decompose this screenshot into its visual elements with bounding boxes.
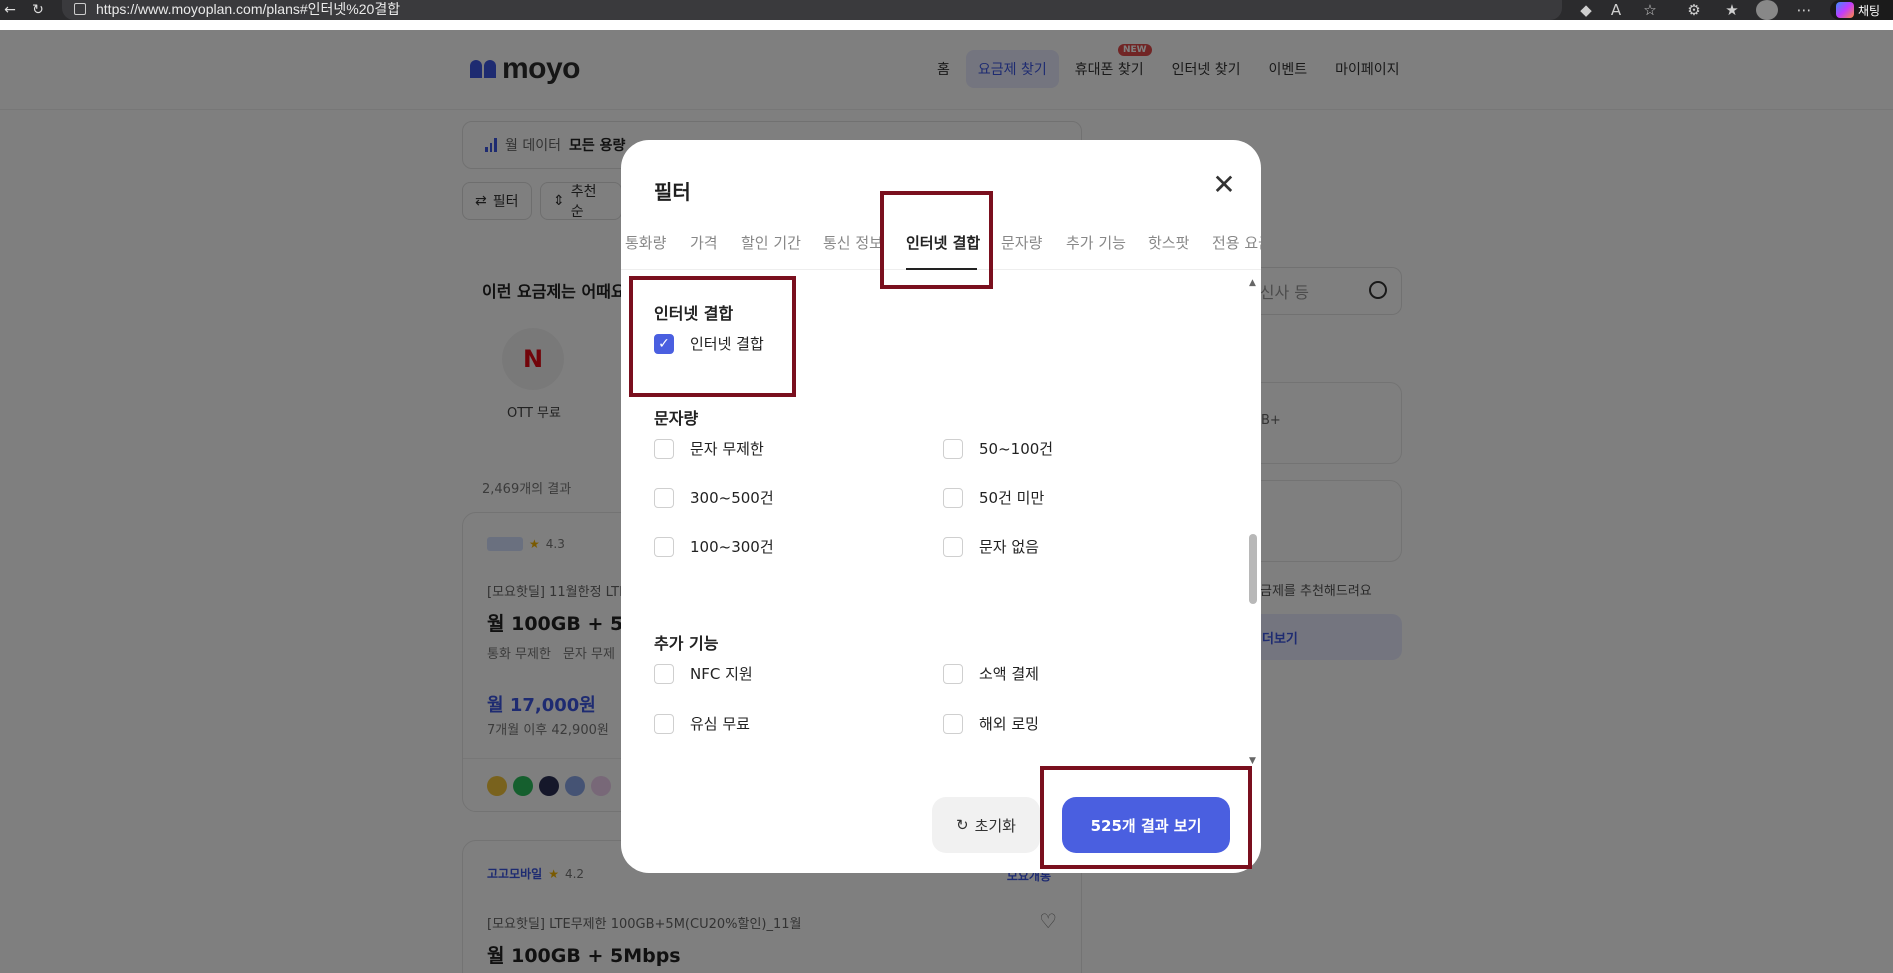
option-label: 50~100건 — [979, 440, 1054, 458]
scroll-up-icon[interactable]: ▲ — [1249, 278, 1256, 288]
option-sms-under-50[interactable]: 50건 미만 — [943, 487, 1044, 508]
option-free-usim[interactable]: 유심 무료 — [654, 713, 750, 734]
checkbox[interactable] — [654, 713, 674, 734]
tab-network[interactable]: 통신 정보 — [823, 232, 883, 253]
option-label: 소액 결제 — [979, 665, 1039, 683]
reset-icon: ↻ — [956, 816, 969, 834]
option-sms-100-300[interactable]: 100~300건 — [654, 536, 774, 557]
checkbox[interactable] — [943, 536, 963, 557]
option-label: NFC 지원 — [690, 665, 753, 683]
tag-icon[interactable]: ◆ — [1576, 0, 1596, 20]
url-text: https://www.moyoplan.com/plans#인터넷%20결합 — [96, 0, 401, 17]
modal-footer: ↻ 초기화 525개 결과 보기 — [621, 780, 1261, 873]
read-aloud-icon[interactable]: A — [1606, 0, 1626, 20]
copilot-button[interactable]: 채팅 — [1830, 0, 1893, 20]
option-sms-300-500[interactable]: 300~500건 — [654, 487, 774, 508]
filter-modal: 필터 ✕ 통화량 가격 할인 기간 통신 정보 인터넷 결합 문자량 추가 기능… — [621, 140, 1261, 873]
checkbox[interactable] — [943, 713, 963, 734]
filter-body: 인터넷 결합 ✓ 인터넷 결합 문자량 문자 무제한 50~100건 300~5… — [621, 271, 1261, 767]
back-icon[interactable]: ← — [0, 0, 20, 20]
checkbox[interactable] — [654, 438, 674, 459]
checkbox[interactable] — [943, 487, 963, 508]
checkbox[interactable] — [654, 536, 674, 557]
extensions-icon[interactable]: ⚙ — [1684, 0, 1704, 20]
tab-call[interactable]: 통화량 — [625, 232, 666, 253]
tab-discount[interactable]: 할인 기간 — [741, 232, 801, 253]
section-extra-title: 추가 기능 — [654, 634, 719, 653]
option-micropayment[interactable]: 소액 결제 — [943, 663, 1039, 684]
tab-extra[interactable]: 추가 기능 — [1066, 232, 1126, 253]
option-label: 300~500건 — [690, 489, 774, 507]
active-tab-indicator — [906, 268, 977, 270]
option-label: 50건 미만 — [979, 489, 1045, 507]
checkbox[interactable] — [654, 487, 674, 508]
checkbox[interactable] — [943, 438, 963, 459]
reset-button[interactable]: ↻ 초기화 — [932, 797, 1040, 853]
option-sms-unlimited[interactable]: 문자 무제한 — [654, 438, 764, 459]
option-label: 문자 없음 — [979, 538, 1039, 556]
section-sms-title: 문자량 — [654, 409, 699, 428]
browser-toolbar: ← ↻ https://www.moyoplan.com/plans#인터넷%2… — [0, 0, 1893, 20]
option-internet-bundle[interactable]: ✓ 인터넷 결합 — [654, 333, 764, 354]
option-label: 인터넷 결합 — [690, 335, 764, 353]
option-sms-50-100[interactable]: 50~100건 — [943, 438, 1053, 459]
more-menu-icon[interactable]: ⋯ — [1794, 0, 1814, 20]
filter-tabs: 통화량 가격 할인 기간 통신 정보 인터넷 결합 문자량 추가 기능 핫스팟 … — [621, 220, 1261, 270]
reset-label: 초기화 — [974, 816, 1016, 835]
modal-title: 필터 — [654, 180, 691, 204]
option-label: 해외 로밍 — [979, 715, 1039, 733]
tab-internet-bundle[interactable]: 인터넷 결합 — [906, 232, 980, 253]
close-icon[interactable]: ✕ — [1203, 163, 1245, 205]
option-label: 유심 무료 — [690, 715, 750, 733]
tab-sms[interactable]: 문자량 — [1001, 232, 1042, 253]
checkbox[interactable] — [943, 663, 963, 684]
tab-price[interactable]: 가격 — [690, 232, 718, 253]
scroll-down-icon[interactable]: ▼ — [1249, 756, 1256, 766]
tab-dedicated[interactable]: 전용 요금 — [1212, 232, 1261, 253]
address-bar[interactable]: https://www.moyoplan.com/plans#인터넷%20결합 — [62, 0, 1562, 20]
copilot-label: 채팅 — [1858, 3, 1881, 18]
option-label: 100~300건 — [690, 538, 774, 556]
section-internet-title: 인터넷 결합 — [654, 304, 734, 323]
option-sms-none[interactable]: 문자 없음 — [943, 536, 1039, 557]
show-results-button[interactable]: 525개 결과 보기 — [1062, 797, 1230, 853]
lock-icon — [74, 2, 86, 15]
scroll-thumb[interactable] — [1249, 534, 1257, 604]
refresh-icon[interactable]: ↻ — [28, 0, 48, 20]
option-nfc[interactable]: NFC 지원 — [654, 663, 753, 684]
checkbox[interactable] — [654, 663, 674, 684]
modal-scrollbar[interactable]: ▲ ▼ — [1249, 278, 1257, 766]
copilot-icon — [1836, 2, 1854, 18]
favorite-star-icon[interactable]: ☆ — [1640, 0, 1660, 20]
tab-hotspot[interactable]: 핫스팟 — [1148, 232, 1189, 253]
profile-avatar[interactable] — [1756, 0, 1778, 20]
option-label: 문자 무제한 — [690, 440, 764, 458]
option-roaming[interactable]: 해외 로밍 — [943, 713, 1039, 734]
favorites-icon[interactable]: ★ — [1722, 0, 1742, 20]
checkbox-checked[interactable]: ✓ — [654, 333, 674, 354]
